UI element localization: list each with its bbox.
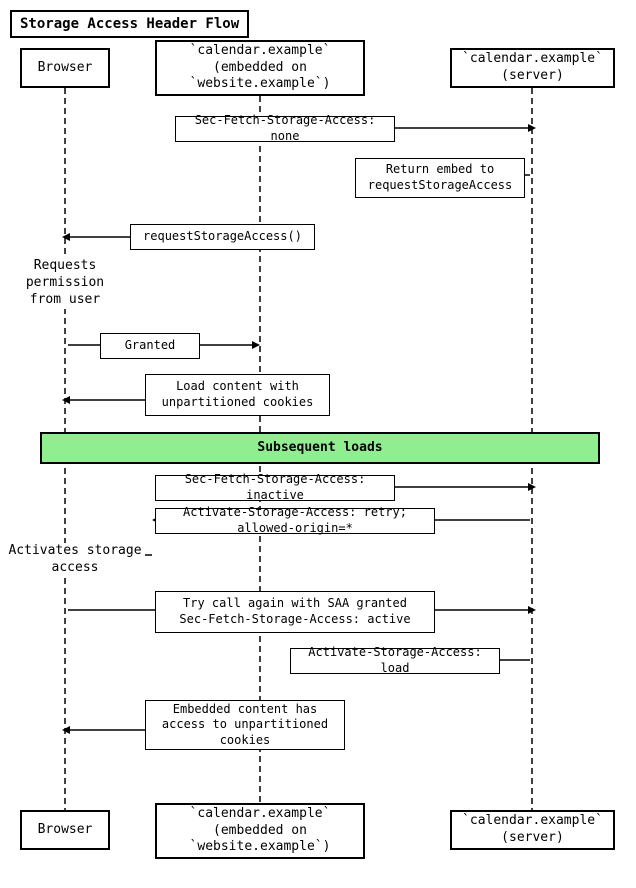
msg3-box: requestStorageAccess(): [130, 224, 315, 250]
title-text: Storage Access Header Flow: [20, 16, 239, 32]
msg6-text: Load content with unpartitioned cookies: [162, 379, 314, 410]
server-top-box: `calendar.example` (server): [450, 48, 615, 88]
title-box: Storage Access Header Flow: [10, 10, 249, 38]
msg9-text: Activate-Storage-Access: retry; allowed-…: [162, 505, 428, 536]
embed-top-box: `calendar.example` (embedded on `website…: [155, 40, 365, 96]
browser-top-label: Browser: [38, 60, 93, 77]
server-top-label: `calendar.example` (server): [462, 51, 603, 85]
msg9-box: Activate-Storage-Access: retry; allowed-…: [155, 508, 435, 534]
server-bottom-label: `calendar.example` (server): [462, 813, 603, 847]
msg10-label: Activates storage access: [5, 543, 145, 577]
server-bottom-box: `calendar.example` (server): [450, 810, 615, 850]
msg7-box: Subsequent loads: [40, 432, 600, 464]
msg4-text: Requests permission from user: [26, 258, 104, 307]
msg2-box: Return embed to requestStorageAccess: [355, 158, 525, 198]
embed-bottom-label: `calendar.example` (embedded on `website…: [163, 806, 357, 857]
msg4-label: Requests permission from user: [5, 258, 125, 309]
msg13-box: Embedded content has access to unpartiti…: [145, 700, 345, 750]
msg8-text: Sec-Fetch-Storage-Access: inactive: [162, 472, 388, 503]
msg1-box: Sec-Fetch-Storage-Access: none: [175, 116, 395, 142]
msg3-text: requestStorageAccess(): [143, 229, 302, 245]
msg5-text: Granted: [125, 338, 176, 354]
msg6-box: Load content with unpartitioned cookies: [145, 374, 330, 416]
msg5-box: Granted: [100, 333, 200, 359]
embed-top-label: `calendar.example` (embedded on `website…: [163, 43, 357, 94]
browser-bottom-label: Browser: [38, 822, 93, 839]
browser-bottom-box: Browser: [20, 810, 110, 850]
msg10-text: Activates storage access: [8, 543, 141, 575]
embed-bottom-box: `calendar.example` (embedded on `website…: [155, 803, 365, 859]
msg11-text: Try call again with SAA granted Sec-Fetc…: [179, 596, 410, 627]
msg2-text: Return embed to requestStorageAccess: [368, 162, 513, 193]
msg7-text: Subsequent loads: [257, 440, 382, 457]
browser-top-box: Browser: [20, 48, 110, 88]
msg1-text: Sec-Fetch-Storage-Access: none: [182, 113, 388, 144]
msg8-box: Sec-Fetch-Storage-Access: inactive: [155, 475, 395, 501]
msg12-box: Activate-Storage-Access: load: [290, 648, 500, 674]
msg12-text: Activate-Storage-Access: load: [297, 645, 493, 676]
msg13-text: Embedded content has access to unpartiti…: [152, 702, 338, 749]
diagram: Storage Access Header Flow Browser `cale…: [0, 0, 636, 888]
msg11-box: Try call again with SAA granted Sec-Fetc…: [155, 591, 435, 633]
